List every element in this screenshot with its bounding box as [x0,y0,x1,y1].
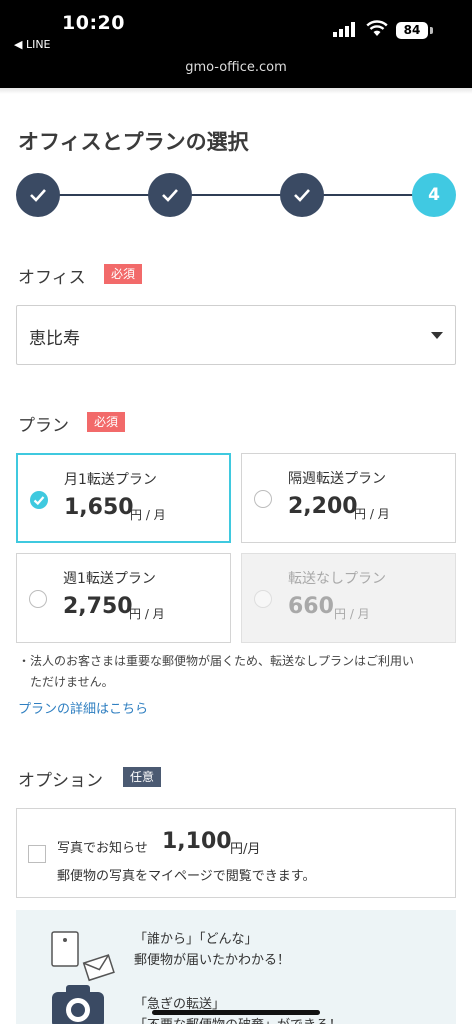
plan-price-unit: 円 / 月 [354,507,390,521]
back-to-line-link[interactable]: ◀ LINE [14,38,51,51]
plan-note-line-1: ・法人のお客さまは重要な郵便物が届くため、転送なしプランはご利用い [18,654,415,668]
plan-option-biweekly[interactable]: 隔週転送プラン 2,200 円 / 月 [241,453,456,543]
option-price: 1,100 [162,829,232,854]
plan-name: 隔週転送プラン [288,471,386,487]
plan-required-badge: 必須 [87,412,126,432]
page-shadow [0,88,472,94]
option-promo-banner: 「誰から」「どんな」 郵便物が届いたかわかる！ 「急ぎの転送」 「不要な郵便物の… [16,910,456,1024]
option-name: 写真でお知らせ [57,841,148,856]
plan-name: 月1転送プラン [64,472,157,488]
office-label: オフィス [18,268,86,288]
promo-line-4: 「不要な郵便物の破棄」ができる！ [134,1014,342,1024]
plan-price-unit: 円 / 月 [129,607,165,621]
battery-tip [430,27,433,34]
promo-line-1: 「誰から」「どんな」 [134,932,258,947]
plan-option-no-forwarding: 転送なしプラン 660 円 / 月 [241,553,456,643]
plan-price: 1,650 [64,495,134,520]
plan-name: 転送なしプラン [288,571,386,587]
wifi-icon [366,20,388,36]
page-title: オフィスとプランの選択 [18,130,249,154]
promo-line-2: 郵便物が届いたかわかる！ [134,953,291,968]
office-select[interactable]: 恵比寿 [16,305,456,365]
stepper-line [38,194,434,196]
option-price-unit: 円/月 [230,842,261,857]
chevron-down-icon [431,332,443,339]
mail-envelope-icon [51,931,115,982]
status-bar: 10:20 ◀ LINE 84 gmo-office.com [0,0,472,88]
step-3-done [280,173,324,217]
radio-unchecked-icon [254,490,272,508]
plan-note-line-2: ただけません。 [18,675,114,689]
plan-details-link[interactable]: プランの詳細はこちら [18,698,148,717]
address-bar-url[interactable]: gmo-office.com [0,60,472,75]
plan-name: 週1転送プラン [63,571,156,587]
plan-price-unit: 円 / 月 [334,607,370,621]
step-2-done [148,173,192,217]
plan-price: 2,750 [63,594,133,619]
option-optional-badge: 任意 [123,767,162,787]
step-4-current: 4 [412,173,456,217]
check-icon [294,189,310,202]
photo-notification-option[interactable]: 写真でお知らせ 1,100 円/月 郵便物の写真をマイページで閲覧できます。 [16,808,456,898]
plan-option-weekly[interactable]: 週1転送プラン 2,750 円 / 月 [16,553,231,643]
status-time: 10:20 [62,12,125,34]
check-icon [162,189,178,202]
plan-price: 2,200 [288,494,358,519]
check-icon [30,189,46,202]
plan-price-unit: 円 / 月 [130,508,166,522]
plan-option-monthly[interactable]: 月1転送プラン 1,650 円 / 月 [16,453,231,543]
plan-note: ・法人のお客さまは重要な郵便物が届くため、転送なしプランはご利用い ただけません… [18,651,458,693]
plan-price: 660 [288,594,334,619]
office-select-value: 恵比寿 [29,329,80,349]
radio-unchecked-icon [29,590,47,608]
home-indicator[interactable] [152,1010,320,1015]
cellular-signal-icon [333,22,355,37]
plan-label: プラン [18,416,69,436]
battery-icon: 84 [396,22,428,39]
office-required-badge: 必須 [104,264,143,284]
step-1-done [16,173,60,217]
camera-icon [52,985,104,1024]
option-checkbox[interactable] [28,845,46,863]
radio-checked-icon [30,491,48,509]
option-label: オプション [18,771,103,791]
option-description: 郵便物の写真をマイページで閲覧できます。 [57,869,316,884]
radio-disabled-icon [254,590,272,608]
